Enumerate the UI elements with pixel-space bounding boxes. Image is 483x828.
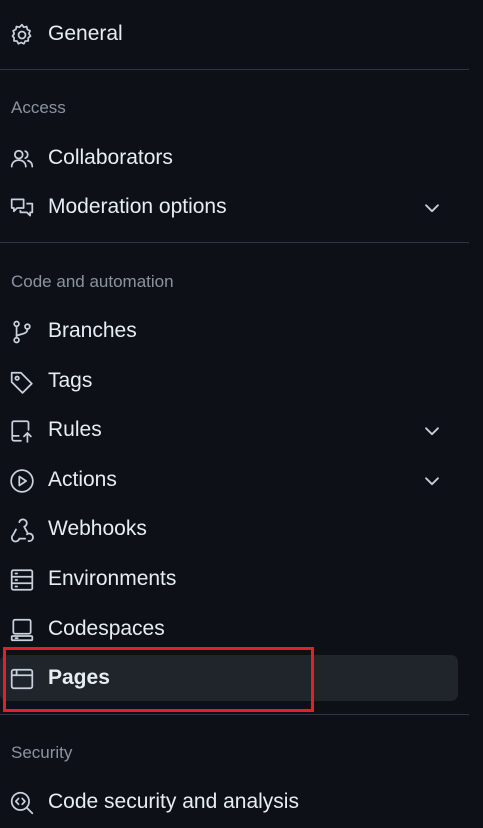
sidebar-item-label: Branches [48, 319, 137, 342]
comment-discussion-icon [9, 195, 35, 221]
sidebar-item-collaborators[interactable]: Collaborators [0, 135, 458, 181]
section-heading-access: Access [11, 98, 66, 117]
sidebar-item-label: Actions [48, 468, 117, 491]
sidebar-item-label: Tags [48, 369, 93, 392]
repo-push-icon [9, 418, 35, 444]
section-divider [0, 69, 469, 70]
play-icon [9, 468, 35, 494]
gear-icon [9, 22, 35, 48]
section-divider [0, 714, 469, 715]
sidebar-item-label: General [48, 22, 123, 45]
git-branch-icon [9, 319, 35, 345]
sidebar-item-tags[interactable]: Tags [0, 358, 458, 404]
sidebar-item-label: Webhooks [48, 517, 147, 540]
section-heading-security: Security [11, 743, 73, 762]
chevron-down-icon[interactable] [421, 420, 443, 442]
chevron-down-icon[interactable] [421, 197, 443, 219]
sidebar-item-label: Environments [48, 567, 177, 590]
section-heading-code-and-automation: Code and automation [11, 272, 174, 291]
chevron-down-icon[interactable] [421, 470, 443, 492]
server-icon [9, 567, 35, 593]
sidebar-item-label: Moderation options [48, 195, 227, 218]
sidebar-item-code-security-and-analysis[interactable]: Code security and analysis [0, 779, 458, 825]
sidebar-item-environments[interactable]: Environments [0, 556, 458, 602]
sidebar-item-rules[interactable]: Rules [0, 407, 458, 453]
tag-icon [9, 369, 35, 395]
sidebar-item-label: Codespaces [48, 617, 165, 640]
webhook-icon [9, 517, 35, 543]
sidebar-item-label: Collaborators [48, 146, 173, 169]
highlight-outline [3, 647, 314, 712]
sidebar-item-moderation-options[interactable]: Moderation options [0, 184, 458, 230]
section-divider [0, 242, 469, 243]
sidebar-item-webhooks[interactable]: Webhooks [0, 506, 458, 552]
sidebar-item-codespaces[interactable]: Codespaces [0, 606, 458, 652]
sidebar-item-general[interactable]: General [0, 11, 458, 57]
sidebar-item-label: Code security and analysis [48, 790, 299, 813]
sidebar-item-branches[interactable]: Branches [0, 308, 458, 354]
codespaces-icon [9, 617, 35, 643]
sidebar-item-label: Rules [48, 418, 102, 441]
sidebar-item-actions[interactable]: Actions [0, 457, 458, 503]
codescan-icon [9, 790, 35, 816]
people-icon [9, 146, 35, 172]
